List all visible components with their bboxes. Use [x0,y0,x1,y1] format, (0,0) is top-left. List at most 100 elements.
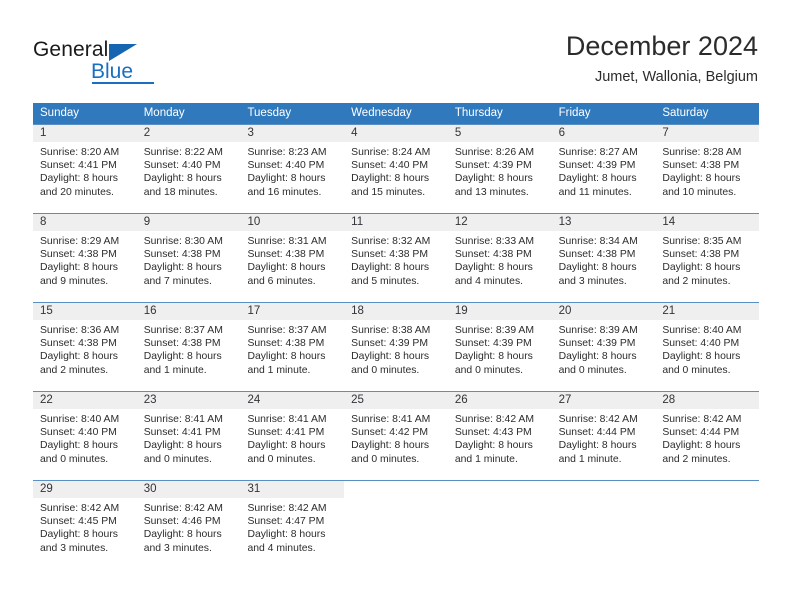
day-cell-5[interactable]: 5 Sunrise: 8:26 AM Sunset: 4:39 PM Daylight… [447,125,552,213]
calendar-page: General Blue December 2024 Jumet, Wallon… [0,0,792,612]
day-cell-9[interactable]: 9 Sunrise: 8:30 AM Sunset: 4:38 PM Daylight… [136,214,241,302]
day-number: 12 [454,216,468,228]
day-sunset-text: Sunset: 4:39 PM [351,338,428,350]
day-cell-7[interactable]: 7 Sunrise: 8:28 AM Sunset: 4:38 PM Daylight… [655,125,760,213]
day-daylight2-text: and 13 minutes. [454,186,529,198]
day-cell-3[interactable]: 3 Sunrise: 8:23 AM Sunset: 4:40 PM Daylight… [240,125,345,213]
day-number: 4 [351,127,358,139]
logo-text-blue: Blue [91,60,134,83]
day-sunrise-text: Sunrise: 8:40 AM [40,414,120,425]
day-sunrise-text: Sunrise: 8:36 AM [40,325,120,336]
day-number: 1 [40,127,47,139]
day-cell-31[interactable]: 31 Sunrise: 8:42 AM Sunset: 4:47 PM Dayligh… [240,481,345,569]
day-sunset-text: Sunset: 4:38 PM [558,249,636,261]
day-cell-8[interactable]: 8 Sunrise: 8:29 AM Sunset: 4:38 PM Daylight… [33,214,137,302]
day-number: 27 [558,394,572,406]
day-daylight2-text: and 3 minutes. [558,275,627,287]
day-cell-18[interactable]: 18 Sunrise: 8:38 AM Sunset: 4:39 PM Dayligh… [344,303,448,391]
weekday-header-sunday: Sunday [40,107,80,119]
day-sunrise-text: Sunrise: 8:42 AM [40,503,120,514]
day-cell-17[interactable]: 17 Sunrise: 8:37 AM Sunset: 4:38 PM Dayligh… [240,303,345,391]
day-info [655,498,759,502]
day-cell-4[interactable]: 4 Sunrise: 8:24 AM Sunset: 4:40 PM Daylight… [344,125,448,213]
page-subtitle: Jumet, Wallonia, Belgium [594,69,758,85]
day-daylight2-text: and 6 minutes. [247,275,316,287]
logo-underline [92,82,154,84]
day-number-band: 18 [344,303,448,320]
day-number-band: 13 [551,214,656,231]
day-daylight1-text: Daylight: 8 hours [662,351,741,363]
day-sunrise-text: Sunrise: 8:24 AM [351,147,431,158]
day-cell-16[interactable]: 16 Sunrise: 8:37 AM Sunset: 4:38 PM Dayligh… [136,303,241,391]
day-info: Sunrise: 8:36 AM Sunset: 4:38 PM Daylight:… [33,320,137,377]
day-info [448,498,552,502]
day-cell-29[interactable]: 29 Sunrise: 8:42 AM Sunset: 4:45 PM Dayligh… [33,481,137,569]
day-cell-24[interactable]: 24 Sunrise: 8:41 AM Sunset: 4:41 PM Dayligh… [240,392,345,480]
day-info: Sunrise: 8:42 AM Sunset: 4:43 PM Daylight:… [448,409,552,466]
day-cell-20[interactable]: 20 Sunrise: 8:39 AM Sunset: 4:39 PM Dayligh… [551,303,656,391]
day-daylight1-text: Daylight: 8 hours [662,440,741,452]
generalblue-logo[interactable]: General Blue [33,38,163,84]
day-cell-13[interactable]: 13 Sunrise: 8:34 AM Sunset: 4:38 PM Dayligh… [551,214,656,302]
day-number: 8 [40,216,47,228]
day-sunset-text: Sunset: 4:40 PM [662,338,740,350]
day-sunset-text: Sunset: 4:38 PM [143,338,221,350]
day-cell-6[interactable]: 6 Sunrise: 8:27 AM Sunset: 4:39 PM Daylight… [551,125,656,213]
day-cell-1[interactable]: 1 Sunrise: 8:20 AM Sunset: 4:41 PM Daylight… [33,125,137,213]
day-daylight2-text: and 2 minutes. [662,275,731,287]
day-daylight1-text: Daylight: 8 hours [454,440,533,452]
day-cell-14[interactable]: 14 Sunrise: 8:35 AM Sunset: 4:38 PM Dayligh… [655,214,760,302]
day-cell-30[interactable]: 30 Sunrise: 8:42 AM Sunset: 4:46 PM Dayligh… [136,481,241,569]
day-number-band: 21 [655,303,760,320]
day-cell-23[interactable]: 23 Sunrise: 8:41 AM Sunset: 4:41 PM Dayligh… [136,392,241,480]
day-number-band [447,481,552,498]
day-cell-2[interactable]: 2 Sunrise: 8:22 AM Sunset: 4:40 PM Daylight… [136,125,241,213]
day-cell-26[interactable]: 26 Sunrise: 8:42 AM Sunset: 4:43 PM Dayligh… [447,392,552,480]
day-daylight1-text: Daylight: 8 hours [351,262,430,274]
day-number-band [344,481,448,498]
day-sunset-text: Sunset: 4:39 PM [454,160,532,172]
day-number-band: 7 [655,125,760,142]
day-cell-10[interactable]: 10 Sunrise: 8:31 AM Sunset: 4:38 PM Dayligh… [240,214,345,302]
page-title: December 2024 [565,31,758,61]
day-sunrise-text: Sunrise: 8:41 AM [143,414,223,425]
day-daylight1-text: Daylight: 8 hours [558,262,637,274]
day-number: 23 [143,394,157,406]
day-cell-15[interactable]: 15 Sunrise: 8:36 AM Sunset: 4:38 PM Dayligh… [33,303,137,391]
day-number: 24 [247,394,261,406]
day-number: 10 [247,216,261,228]
day-cell-25[interactable]: 25 Sunrise: 8:41 AM Sunset: 4:42 PM Dayligh… [344,392,448,480]
calendar-week-row: 29 Sunrise: 8:42 AM Sunset: 4:45 PM Dayligh… [33,480,760,569]
day-number-band: 31 [240,481,345,498]
day-cell-11[interactable]: 11 Sunrise: 8:32 AM Sunset: 4:38 PM Dayligh… [344,214,448,302]
day-number: 28 [662,394,676,406]
day-info: Sunrise: 8:30 AM Sunset: 4:38 PM Daylight:… [137,231,241,288]
day-cell-27[interactable]: 27 Sunrise: 8:42 AM Sunset: 4:44 PM Dayligh… [551,392,656,480]
day-number-band: 28 [655,392,760,409]
day-sunrise-text: Sunrise: 8:41 AM [247,414,327,425]
day-daylight2-text: and 18 minutes. [143,186,218,198]
day-sunset-text: Sunset: 4:39 PM [454,338,532,350]
day-cell-28[interactable]: 28 Sunrise: 8:42 AM Sunset: 4:44 PM Dayligh… [655,392,760,480]
day-number: 29 [40,483,53,495]
day-cell-22[interactable]: 22 Sunrise: 8:40 AM Sunset: 4:40 PM Dayligh… [33,392,137,480]
day-sunset-text: Sunset: 4:45 PM [40,516,117,528]
day-cell-19[interactable]: 19 Sunrise: 8:39 AM Sunset: 4:39 PM Dayligh… [447,303,552,391]
day-info: Sunrise: 8:35 AM Sunset: 4:38 PM Daylight:… [655,231,759,288]
day-sunset-text: Sunset: 4:38 PM [454,249,532,261]
day-info: Sunrise: 8:39 AM Sunset: 4:39 PM Daylight:… [448,320,552,377]
day-info: Sunrise: 8:20 AM Sunset: 4:41 PM Daylight:… [33,142,137,199]
day-info: Sunrise: 8:24 AM Sunset: 4:40 PM Daylight:… [344,142,448,199]
day-daylight1-text: Daylight: 8 hours [247,529,326,541]
day-cell-21[interactable]: 21 Sunrise: 8:40 AM Sunset: 4:40 PM Dayligh… [655,303,760,391]
day-daylight1-text: Daylight: 8 hours [143,440,222,452]
day-daylight2-text: and 0 minutes. [351,364,420,376]
day-number-band: 3 [240,125,345,142]
day-daylight1-text: Daylight: 8 hours [662,173,741,185]
day-number-band: 5 [447,125,552,142]
day-cell-12[interactable]: 12 Sunrise: 8:33 AM Sunset: 4:38 PM Dayligh… [447,214,552,302]
day-number: 19 [454,305,468,317]
blue-triangle-icon [109,44,137,61]
day-daylight1-text: Daylight: 8 hours [351,173,430,185]
day-sunset-text: Sunset: 4:38 PM [247,338,325,350]
